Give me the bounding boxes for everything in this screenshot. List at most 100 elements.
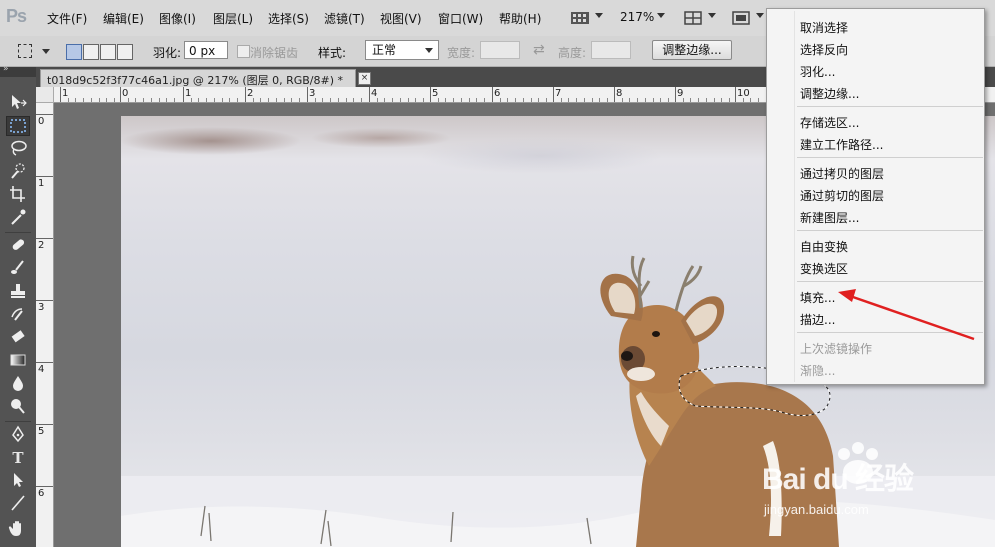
- ruler-origin[interactable]: [36, 87, 54, 103]
- chevron-down-icon[interactable]: [708, 13, 716, 18]
- document-tab-title: t018d9c52f3f77c46a1.jpg @ 217% (图层 0, RG…: [47, 74, 344, 87]
- menu-item-free-transform[interactable]: 自由变换: [800, 238, 848, 255]
- menu-select[interactable]: 选择(S): [268, 10, 309, 27]
- brush-tool-icon[interactable]: [6, 259, 30, 279]
- ruler-minor-tick: [173, 98, 175, 102]
- ruler-minor-tick: [399, 98, 401, 102]
- style-select[interactable]: 正常: [365, 40, 439, 60]
- path-selection-tool-icon[interactable]: [6, 471, 30, 491]
- menu-item-layer-via-cut[interactable]: 通过剪切的图层: [800, 187, 884, 204]
- film-strip-icon[interactable]: [570, 9, 590, 27]
- ruler-major-tick: [245, 87, 246, 102]
- menu-view[interactable]: 视图(V): [380, 10, 422, 27]
- ruler-minor-tick: [629, 98, 631, 102]
- ruler-major-tick: [36, 424, 53, 425]
- menu-help[interactable]: 帮助(H): [499, 10, 541, 27]
- intersect-selection-icon[interactable]: [117, 44, 133, 60]
- type-tool-icon[interactable]: T: [6, 448, 30, 468]
- height-input[interactable]: [591, 41, 631, 59]
- antialias-checkbox[interactable]: [237, 45, 250, 58]
- chevron-down-icon[interactable]: [756, 13, 764, 18]
- document-tab[interactable]: t018d9c52f3f77c46a1.jpg @ 217% (图层 0, RG…: [40, 69, 371, 87]
- ruler-minor-tick: [750, 98, 752, 102]
- tools-panel-header[interactable]: »: [0, 64, 36, 77]
- menu-item-fill[interactable]: 填充...: [800, 289, 835, 306]
- menu-filter[interactable]: 滤镜(T): [324, 10, 365, 27]
- close-icon[interactable]: ×: [358, 72, 371, 85]
- ruler-minor-tick: [728, 98, 730, 102]
- swap-dimensions-icon[interactable]: ⇄: [533, 42, 545, 58]
- move-tool-icon[interactable]: [6, 93, 30, 113]
- ruler-tick-label: 2: [38, 240, 45, 251]
- ruler-major-tick: [307, 87, 308, 102]
- menu-item-transform-selection[interactable]: 变换选区: [800, 260, 848, 277]
- lasso-tool-icon[interactable]: [6, 139, 30, 159]
- subtract-from-selection-icon[interactable]: [100, 44, 116, 60]
- zoom-level[interactable]: 217%: [620, 10, 654, 24]
- menu-item-refine-edge[interactable]: 调整边缘...: [800, 85, 859, 102]
- marquee-preset-icon[interactable]: [18, 44, 32, 58]
- menu-edit[interactable]: 编辑(E): [103, 10, 144, 27]
- feather-input[interactable]: 0 px: [184, 41, 228, 59]
- blur-tool-icon[interactable]: [6, 374, 30, 394]
- ruler-major-tick: [36, 176, 53, 177]
- chevron-down-icon[interactable]: [595, 13, 603, 18]
- ruler-minor-tick: [260, 98, 262, 102]
- ruler-minor-tick: [198, 98, 200, 102]
- menu-item-feather[interactable]: 羽化...: [800, 63, 835, 80]
- ruler-minor-tick: [599, 98, 601, 102]
- gradient-tool-icon[interactable]: [6, 351, 30, 371]
- dodge-tool-icon[interactable]: [6, 397, 30, 417]
- ruler-tick-label: 5: [38, 426, 45, 437]
- quick-selection-tool-icon[interactable]: [6, 162, 30, 182]
- rectangular-marquee-tool-icon[interactable]: [6, 116, 30, 136]
- menu-item-stroke[interactable]: 描边...: [800, 311, 835, 328]
- add-to-selection-icon[interactable]: [83, 44, 99, 60]
- ruler-minor-tick: [376, 98, 378, 102]
- vertical-ruler[interactable]: 0 1 2 3 4 5 6: [36, 103, 54, 547]
- menu-window[interactable]: 窗口(W): [438, 10, 483, 27]
- menu-divider: [797, 230, 983, 231]
- menu-item-save-selection[interactable]: 存储选区...: [800, 114, 859, 131]
- new-selection-icon[interactable]: [66, 44, 82, 60]
- width-input[interactable]: [480, 41, 520, 59]
- ruler-minor-tick: [353, 98, 355, 102]
- eraser-tool-icon[interactable]: [6, 328, 30, 348]
- pen-tool-icon[interactable]: [6, 425, 30, 445]
- menu-item-make-work-path[interactable]: 建立工作路径...: [800, 136, 883, 153]
- chevron-down-icon[interactable]: [657, 13, 665, 18]
- clone-stamp-tool-icon[interactable]: [6, 282, 30, 302]
- ruler-minor-tick: [252, 98, 254, 102]
- refine-edge-button[interactable]: 调整边缘...: [652, 40, 732, 60]
- ruler-major-tick: [36, 300, 53, 301]
- line-tool-icon[interactable]: [6, 494, 30, 514]
- menu-file[interactable]: 文件(F): [47, 10, 87, 27]
- menu-item-deselect[interactable]: 取消选择: [800, 19, 848, 36]
- menu-layer[interactable]: 图层(L): [213, 10, 253, 27]
- ruler-minor-tick: [499, 98, 501, 102]
- menu-image[interactable]: 图像(I): [159, 10, 196, 27]
- ruler-minor-tick: [576, 98, 578, 102]
- hand-tool-icon[interactable]: [6, 519, 30, 539]
- chevron-down-icon[interactable]: [42, 49, 50, 54]
- menu-item-select-inverse[interactable]: 选择反向: [800, 41, 848, 58]
- history-brush-tool-icon[interactable]: [6, 305, 30, 325]
- crop-tool-icon[interactable]: [6, 185, 30, 205]
- menu-item-layer-via-copy[interactable]: 通过拷贝的图层: [800, 165, 884, 182]
- arrange-documents-icon[interactable]: [684, 9, 702, 27]
- ruler-minor-tick: [468, 98, 470, 102]
- ruler-minor-tick: [236, 98, 238, 102]
- eyedropper-tool-icon[interactable]: [6, 208, 30, 228]
- ruler-minor-tick: [721, 98, 723, 102]
- ruler-minor-tick: [476, 98, 478, 102]
- screen-mode-icon[interactable]: [732, 9, 750, 27]
- ruler-minor-tick: [291, 98, 293, 102]
- ruler-major-tick: [36, 238, 53, 239]
- ruler-minor-tick: [545, 98, 547, 102]
- ruler-minor-tick: [515, 98, 517, 102]
- healing-brush-tool-icon[interactable]: [6, 236, 30, 256]
- menu-item-new-layer[interactable]: 新建图层...: [800, 209, 859, 226]
- style-select-value: 正常: [372, 43, 397, 57]
- collapse-icon[interactable]: »: [3, 64, 9, 74]
- ruler-tick-label: 1: [38, 178, 45, 189]
